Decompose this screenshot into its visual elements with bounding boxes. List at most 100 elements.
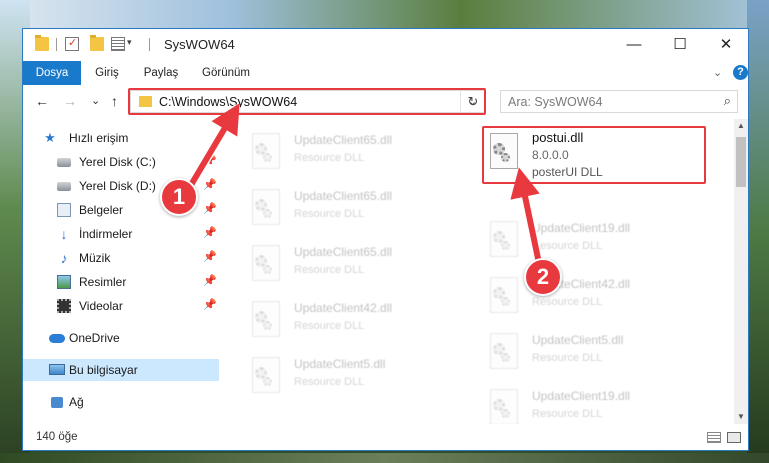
search-input[interactable]: Ara: SysWOW64 ⌕: [500, 90, 738, 113]
sidebar-item-downloads[interactable]: ↓ İndirmeler 📌: [23, 223, 219, 245]
desktop-background-right: [747, 0, 769, 463]
dll-file-icon: [486, 275, 524, 317]
sidebar-item-label: Müzik: [79, 251, 111, 265]
file-type: Resource DLL: [294, 152, 365, 164]
desktop-background-bottom: [0, 453, 769, 463]
onedrive-icon: [49, 334, 65, 343]
forward-button[interactable]: →: [63, 93, 77, 109]
toolbar-dropdown-chevron-icon[interactable]: ▾: [127, 37, 132, 48]
drive-icon: [57, 158, 71, 167]
large-icons-view-icon[interactable]: [727, 432, 741, 443]
address-highlight-box: [128, 88, 486, 115]
dll-file-icon: [248, 299, 286, 341]
tab-view[interactable]: Görünüm: [195, 61, 257, 85]
file-item[interactable]: UpdateClient65.dll Resource DLL: [248, 183, 448, 233]
step-marker-2: 2: [524, 258, 562, 296]
sidebar-item-label: Bu bilgisayar: [69, 363, 138, 377]
this-pc-icon: [49, 364, 65, 375]
sidebar-item-label: Yerel Disk (D:): [79, 179, 156, 193]
pin-icon[interactable]: 📌: [203, 250, 217, 263]
file-item[interactable]: UpdateClient19.dll Resource DLL: [486, 383, 686, 424]
folder-icon: [35, 35, 49, 51]
dll-file-icon: [486, 387, 524, 424]
desktop-background-top: [0, 0, 769, 30]
title-bar: ▾ SysWOW64 — ☐ ✕: [23, 29, 748, 61]
tab-share[interactable]: Paylaş: [135, 61, 187, 85]
sidebar-item-label: Belgeler: [79, 203, 124, 217]
file-explorer-window: ▾ SysWOW64 — ☐ ✕ Dosya Giriş Paylaş Görü…: [22, 28, 749, 451]
dll-file-icon: [248, 131, 286, 173]
sidebar-item-label: Videolar: [79, 299, 123, 313]
scroll-down-arrow-icon[interactable]: ▼: [734, 410, 748, 424]
item-count: 140 öğe: [36, 431, 78, 443]
pin-icon[interactable]: 📌: [203, 274, 217, 287]
file-item[interactable]: UpdateClient5.dll Resource DLL: [486, 327, 686, 377]
file-item[interactable]: UpdateClient5.dll Resource DLL: [248, 351, 448, 401]
ribbon-collapse-icon[interactable]: ⌄: [713, 66, 722, 79]
file-name: UpdateClient5.dll: [294, 357, 386, 371]
properties-icon[interactable]: [65, 36, 79, 51]
pin-icon[interactable]: 📌: [203, 178, 217, 191]
pictures-icon: [57, 275, 71, 289]
file-name: UpdateClient65.dll: [294, 189, 393, 203]
pin-icon[interactable]: 📌: [203, 202, 217, 215]
help-icon[interactable]: ?: [733, 65, 748, 80]
documents-icon: [57, 203, 71, 217]
sidebar-item-music[interactable]: ♪ Müzik 📌: [23, 247, 219, 269]
pin-icon[interactable]: 📌: [203, 154, 217, 167]
file-type: Resource DLL: [294, 320, 365, 332]
step-marker-1: 1: [160, 178, 198, 216]
dll-file-icon: [248, 355, 286, 397]
details-view-icon[interactable]: [707, 432, 721, 443]
sidebar-item-this-pc[interactable]: Bu bilgisayar: [23, 359, 219, 381]
title-separator: [149, 38, 150, 51]
dll-file-icon: [486, 331, 524, 373]
sidebar-item-label: Yerel Disk (C:): [79, 155, 156, 169]
sidebar-item-pictures[interactable]: Resimler 📌: [23, 271, 219, 293]
new-folder-icon[interactable]: [90, 35, 104, 51]
navigation-pane: ★ Hızlı erişim Yerel Disk (C:) 📌 Yerel D…: [23, 119, 219, 424]
file-name: UpdateClient65.dll: [294, 133, 393, 147]
file-item[interactable]: UpdateClient42.dll Resource DLL: [486, 271, 686, 321]
file-type: Resource DLL: [532, 296, 603, 308]
customize-toolbar-icon[interactable]: [111, 37, 125, 51]
file-name: UpdateClient19.dll: [532, 221, 631, 235]
up-button[interactable]: ↑: [111, 93, 118, 109]
scroll-up-arrow-icon[interactable]: ▲: [734, 119, 748, 133]
scrollbar-thumb[interactable]: [736, 137, 746, 187]
back-button[interactable]: ←: [35, 93, 49, 109]
file-item[interactable]: UpdateClient65.dll Resource DLL: [248, 239, 448, 289]
drive-icon: [57, 182, 71, 191]
sidebar-item-label: İndirmeler: [79, 227, 133, 241]
sidebar-item-network[interactable]: Ağ: [23, 391, 219, 413]
dll-file-icon: [486, 219, 524, 261]
sidebar-item-videos[interactable]: Videolar 📌: [23, 295, 219, 317]
search-icon[interactable]: ⌕: [724, 93, 731, 109]
file-item[interactable]: UpdateClient19.dll Resource DLL: [486, 215, 686, 265]
file-name: UpdateClient42.dll: [294, 301, 393, 315]
ribbon-tabs: Dosya Giriş Paylaş Görünüm ⌄ ?: [23, 61, 748, 85]
recent-locations-chevron-icon[interactable]: ⌄: [91, 94, 100, 107]
window-title: SysWOW64: [164, 37, 235, 52]
sidebar-item-local-disk-c[interactable]: Yerel Disk (C:) 📌: [23, 151, 219, 173]
sidebar-item-onedrive[interactable]: OneDrive: [23, 327, 219, 349]
file-item[interactable]: UpdateClient65.dll Resource DLL: [248, 127, 448, 177]
sidebar-item-label: Ağ: [69, 395, 84, 409]
downloads-icon: ↓: [60, 226, 68, 242]
maximize-button[interactable]: ☐: [657, 29, 703, 61]
tab-file[interactable]: Dosya: [23, 61, 81, 85]
vertical-scrollbar[interactable]: ▲ ▼: [734, 119, 748, 424]
sidebar-item-quick-access[interactable]: ★ Hızlı erişim: [23, 127, 219, 149]
file-item[interactable]: UpdateClient42.dll Resource DLL: [248, 295, 448, 345]
file-type: Resource DLL: [294, 208, 365, 220]
file-type: Resource DLL: [532, 240, 603, 252]
file-type: Resource DLL: [294, 376, 365, 388]
pin-icon[interactable]: 📌: [203, 298, 217, 311]
sidebar-item-label: Resimler: [79, 275, 127, 289]
sidebar-item-label: OneDrive: [69, 331, 120, 345]
pin-icon[interactable]: 📌: [203, 226, 217, 239]
tab-home[interactable]: Giriş: [85, 61, 129, 85]
minimize-button[interactable]: —: [611, 29, 657, 61]
close-button[interactable]: ✕: [703, 29, 749, 61]
status-bar: 140 öğe: [23, 425, 748, 450]
